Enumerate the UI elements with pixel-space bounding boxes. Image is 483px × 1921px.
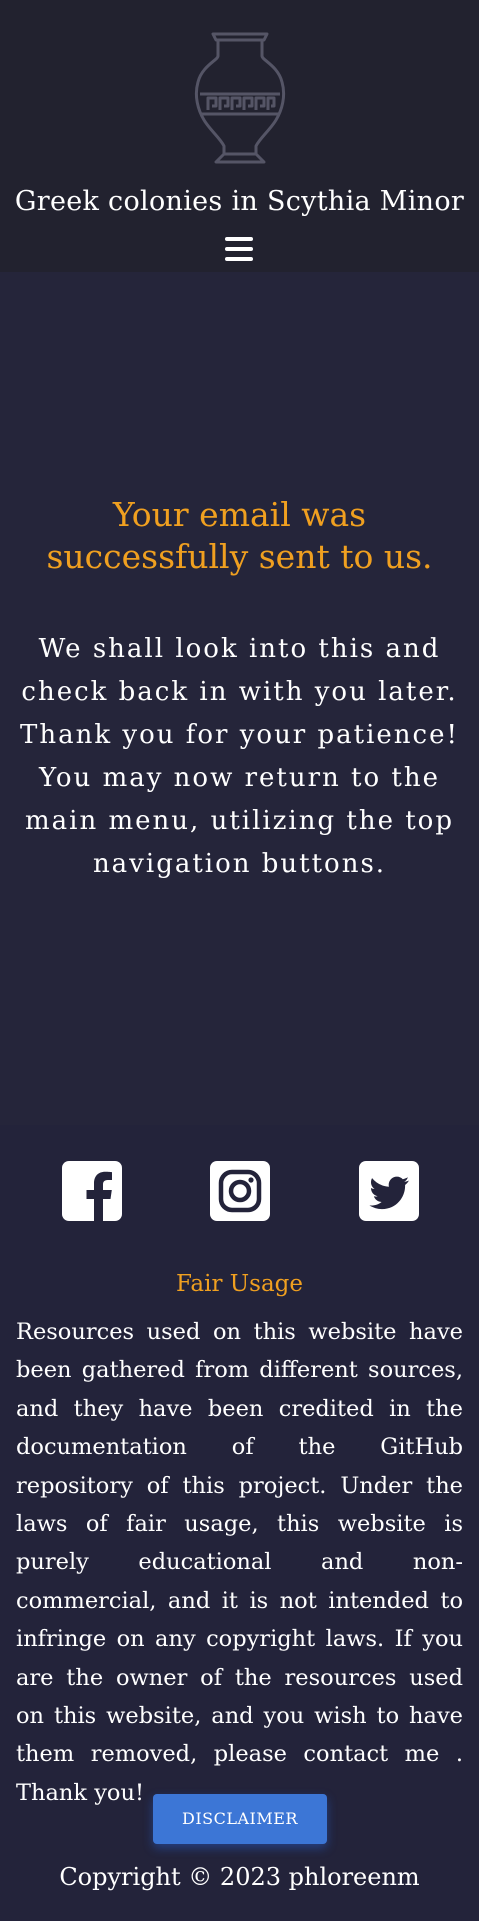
instagram-icon bbox=[218, 1169, 262, 1213]
message-line: We shall look into this and check back i… bbox=[21, 634, 458, 707]
copyright-text: Copyright © 2023 phloreenm bbox=[59, 1863, 420, 1891]
hamburger-menu-icon[interactable] bbox=[225, 236, 253, 262]
site-header: Greek colonies in Scythia Minor bbox=[0, 0, 479, 272]
greek-amphora-icon[interactable] bbox=[180, 30, 300, 170]
page: Greek colonies in Scythia Minor Your ema… bbox=[0, 0, 479, 1921]
scrollbar-gutter bbox=[479, 0, 483, 1921]
message-line: Thank you for your patience! bbox=[20, 720, 459, 750]
twitter-icon bbox=[369, 1176, 409, 1210]
message-line: You may now return to the main menu, uti… bbox=[25, 763, 454, 879]
instagram-link[interactable] bbox=[210, 1161, 270, 1221]
twitter-link[interactable] bbox=[359, 1161, 419, 1221]
success-heading: Your email was successfully sent to us. bbox=[46, 495, 433, 576]
main-content: Your email was successfully sent to us. … bbox=[0, 272, 479, 1125]
fair-usage-text: Resources used on this website have been… bbox=[16, 1319, 463, 1806]
site-footer: Fair Usage Resources used on this websit… bbox=[0, 1125, 479, 1921]
fair-usage-title: Fair Usage bbox=[175, 1271, 303, 1297]
facebook-icon bbox=[86, 1171, 112, 1221]
success-message: We shall look into this and check back i… bbox=[20, 628, 459, 886]
disclaimer-button[interactable]: DISCLAIMER bbox=[153, 1794, 327, 1844]
site-title[interactable]: Greek colonies in Scythia Minor bbox=[0, 186, 479, 217]
facebook-link[interactable] bbox=[62, 1161, 122, 1221]
